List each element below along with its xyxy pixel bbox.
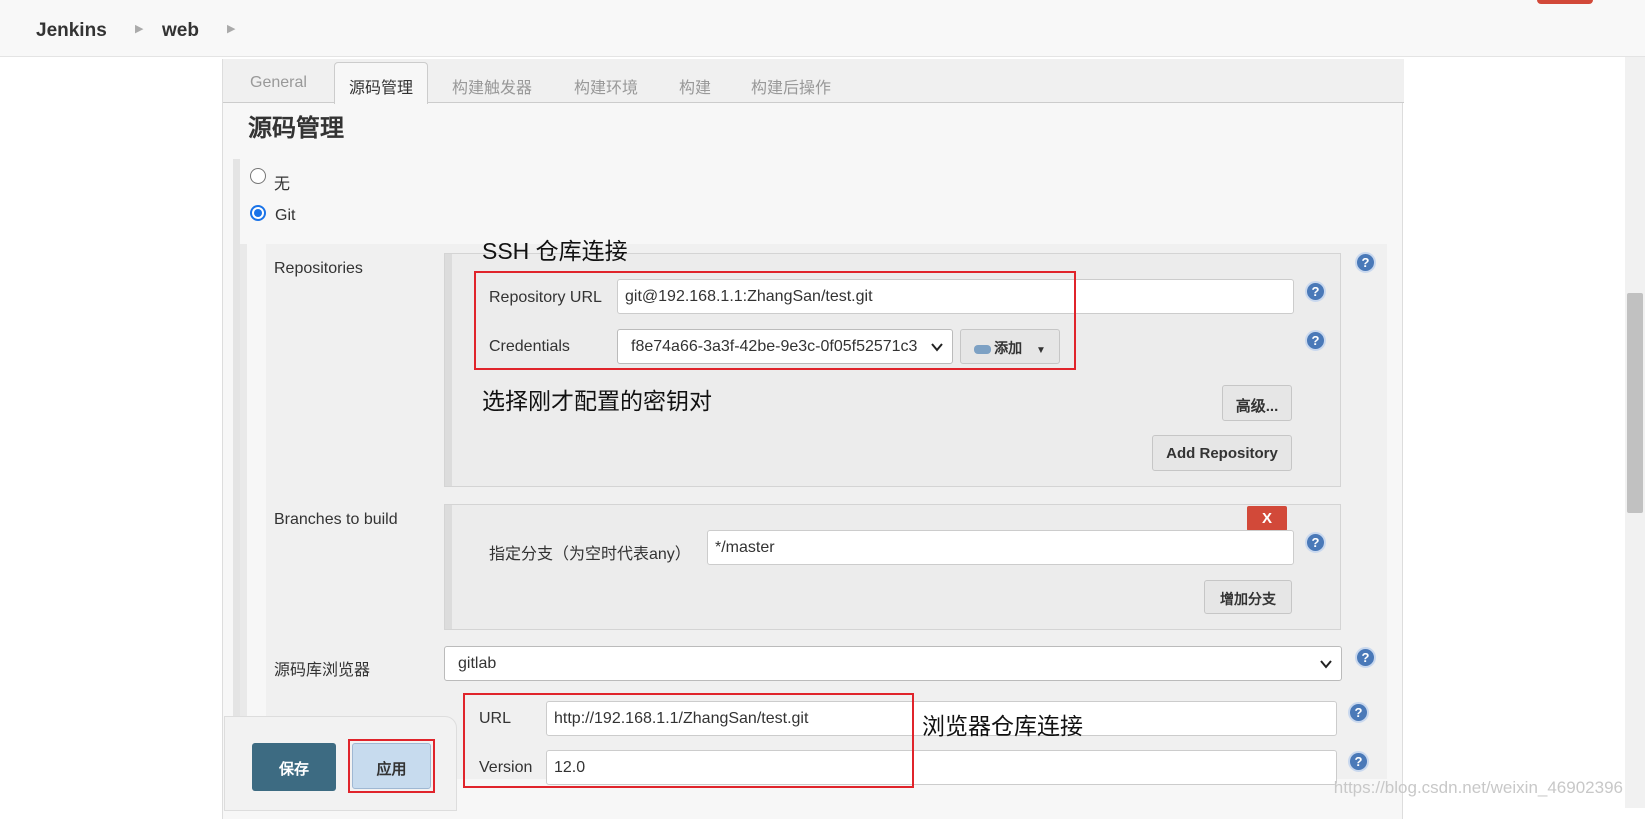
annotation-browser: 浏览器仓库连接 [922, 713, 1083, 739]
annotation-ssh: SSH 仓库连接 [482, 238, 628, 264]
watermark: https://blog.csdn.net/weixin_46902396 [1333, 778, 1623, 797]
tab-build-triggers[interactable]: 构建触发器 [452, 74, 532, 98]
help-icon[interactable]: ? [1355, 647, 1376, 668]
tab-build[interactable]: 构建 [679, 74, 711, 98]
help-icon[interactable]: ? [1355, 252, 1376, 273]
scm-git-label: Git [275, 207, 296, 224]
section-title: 源码管理 [248, 115, 344, 142]
branch-specifier-label: 指定分支（为空时代表any） [489, 546, 691, 563]
help-icon[interactable]: ? [1348, 702, 1369, 723]
tab-general[interactable]: General [250, 74, 307, 92]
advanced-button[interactable]: 高级... [1222, 385, 1292, 421]
save-button[interactable]: 保存 [252, 743, 336, 791]
breadcrumb-chevron-icon[interactable]: ▶ [135, 22, 143, 35]
help-icon[interactable]: ? [1305, 532, 1326, 553]
tab-post-build[interactable]: 构建后操作 [751, 74, 831, 98]
repositories-label: Repositories [274, 260, 363, 277]
delete-branch-button[interactable]: X [1247, 506, 1287, 531]
annotation-credentials: 选择刚才配置的密钥对 [482, 388, 712, 414]
branches-label: Branches to build [274, 511, 398, 528]
breadcrumb-bar: Jenkins ▶ web ▶ [0, 0, 1645, 57]
help-icon[interactable]: ? [1305, 281, 1326, 302]
tab-scm[interactable]: 源码管理 [334, 62, 429, 104]
annotation-browser-box [463, 693, 914, 788]
repo-browser-label: 源码库浏览器 [274, 662, 371, 679]
chevron-down-icon [1320, 660, 1332, 669]
help-icon[interactable]: ? [1348, 751, 1369, 772]
scm-none-label: 无 [274, 176, 291, 193]
git-indent-bar [240, 244, 247, 779]
repo-browser-select[interactable]: gitlab [444, 646, 1342, 681]
breadcrumb-chevron-icon[interactable]: ▶ [227, 22, 235, 35]
add-branch-button[interactable]: 增加分支 [1204, 580, 1292, 614]
scm-none-radio[interactable] [250, 168, 266, 184]
tab-build-environment[interactable]: 构建环境 [574, 74, 638, 98]
breadcrumb-web[interactable]: web [162, 20, 199, 42]
breadcrumb-jenkins[interactable]: Jenkins [36, 20, 107, 42]
tab-bar: General 源码管理 构建触发器 构建环境 构建 构建后操作 [223, 59, 1404, 104]
branch-specifier-input[interactable]: */master [707, 530, 1294, 565]
help-icon[interactable]: ? [1305, 330, 1326, 351]
scrollbar-thumb[interactable] [1627, 293, 1643, 513]
scm-git-radio[interactable] [250, 205, 266, 221]
page-scrollbar[interactable] [1625, 57, 1645, 808]
add-repository-button[interactable]: Add Repository [1152, 435, 1292, 471]
annotation-repository-box [474, 271, 1076, 370]
section-indent-bar [233, 159, 240, 779]
apply-button[interactable]: 应用 [352, 743, 431, 789]
header-accent [1537, 0, 1593, 4]
repo-browser-value: gitlab [458, 655, 497, 672]
